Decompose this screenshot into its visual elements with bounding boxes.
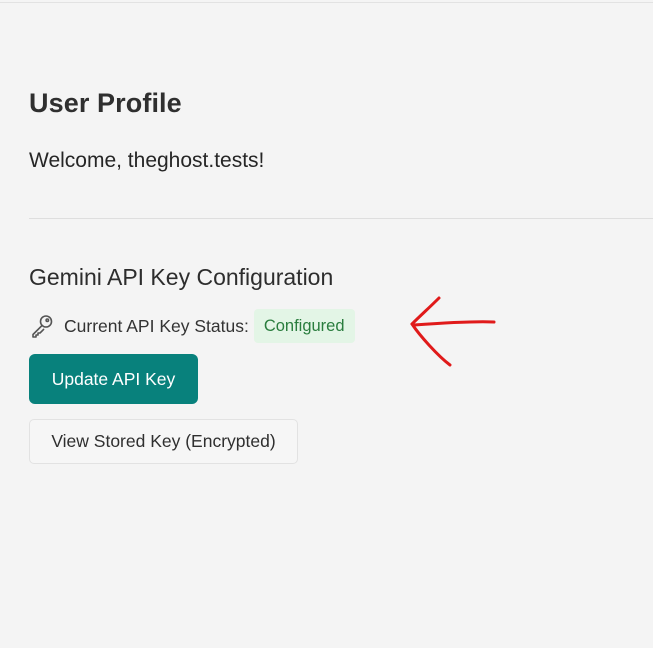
section-divider <box>29 218 653 219</box>
red-arrow-icon <box>410 296 496 367</box>
api-section-title: Gemini API Key Configuration <box>29 264 334 290</box>
status-badge: Configured <box>253 309 355 343</box>
key-icon <box>29 313 55 339</box>
page-title: User Profile <box>29 88 182 118</box>
api-key-status-row: Current API Key Status: Configured <box>29 309 355 343</box>
update-api-key-button[interactable]: Update API Key <box>29 354 198 404</box>
api-key-status-label: Current API Key Status: <box>64 315 249 336</box>
top-divider <box>0 2 653 3</box>
welcome-message: Welcome, theghost.tests! <box>29 149 265 172</box>
view-stored-key-button[interactable]: View Stored Key (Encrypted) <box>29 419 298 464</box>
